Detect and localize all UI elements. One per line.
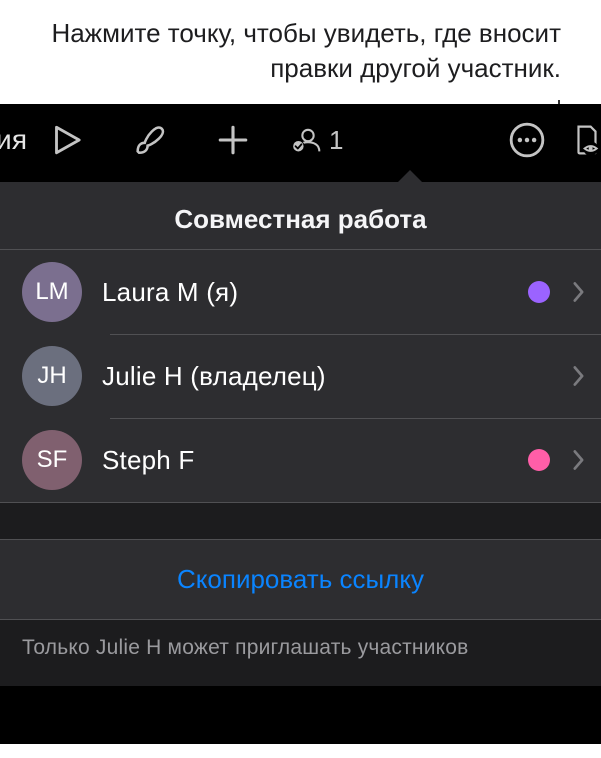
avatar: LM [22, 262, 82, 322]
toolbar-label-fragment: ация [0, 124, 35, 156]
play-icon [48, 123, 82, 157]
presenter-notes-button[interactable] [557, 110, 601, 170]
presence-dot[interactable] [528, 449, 550, 471]
toolbar: ация 1 [0, 104, 601, 176]
avatar: JH [22, 346, 82, 406]
format-brush-button[interactable] [119, 110, 179, 170]
chevron-right-icon [572, 281, 585, 303]
participant-name: Steph F [102, 445, 508, 476]
popover-title: Совместная работа [0, 182, 601, 249]
participant-list: LM Laura M (я) JH Julie H (владелец) SF Steph… [0, 250, 601, 502]
chevron-right-icon [572, 365, 585, 387]
collaborator-count: 1 [329, 125, 343, 156]
participant-row[interactable]: JH Julie H (владелец) [0, 334, 601, 418]
permissions-note: Только Julie H может приглашать участник… [0, 620, 601, 686]
divider [110, 334, 601, 335]
divider [110, 418, 601, 419]
more-button[interactable] [497, 110, 557, 170]
collaboration-popover: Совместная работа LM Laura M (я) JH Julie H… [0, 182, 601, 686]
chevron-right-icon [572, 449, 585, 471]
plus-icon [216, 123, 250, 157]
play-button[interactable] [35, 110, 95, 170]
presence-dot[interactable] [528, 281, 550, 303]
participant-row[interactable]: SF Steph F [0, 418, 601, 502]
participant-name: Laura M (я) [102, 277, 508, 308]
participant-name: Julie H (владелец) [102, 361, 552, 392]
app-window: ация 1 [0, 104, 601, 744]
collaborate-button[interactable]: 1 [281, 110, 353, 170]
annotation-caption: Нажмите точку, чтобы увидеть, где вносит… [0, 0, 601, 96]
participant-row[interactable]: LM Laura M (я) [0, 250, 601, 334]
ellipsis-circle-icon [508, 121, 546, 159]
spacer [0, 503, 601, 539]
brush-icon [132, 123, 166, 157]
avatar: SF [22, 430, 82, 490]
document-eye-icon [570, 123, 601, 157]
collaborate-icon [291, 123, 325, 157]
add-button[interactable] [203, 110, 263, 170]
copy-link-button[interactable]: Скопировать ссылку [0, 540, 601, 619]
